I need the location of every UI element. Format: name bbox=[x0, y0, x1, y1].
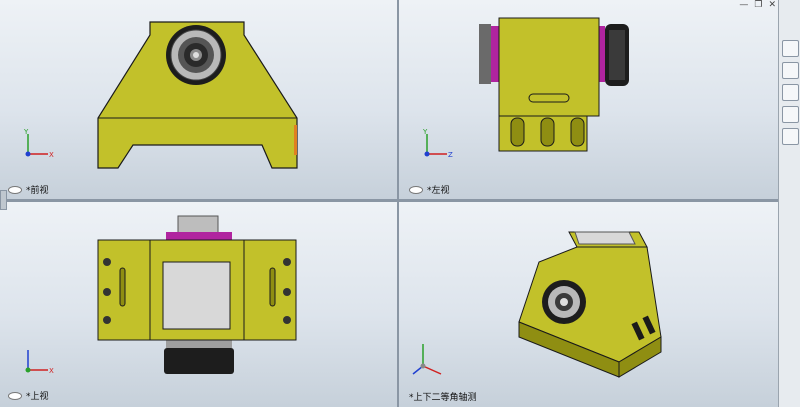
coordinate-triad-icon: X bbox=[25, 350, 54, 375]
viewport-left[interactable]: Y Z *左视 bbox=[399, 0, 778, 200]
feature-tree-collapse-handle[interactable] bbox=[0, 190, 7, 210]
viewport-top[interactable]: X *上视 bbox=[0, 202, 397, 407]
resources-icon[interactable] bbox=[782, 40, 799, 57]
home-icon[interactable] bbox=[782, 62, 799, 79]
viewport-vertical-splitter[interactable] bbox=[397, 0, 399, 407]
coordinate-triad-icon: Y X bbox=[23, 128, 54, 159]
close-icon[interactable]: ✕ bbox=[768, 0, 776, 10]
appearance-icon[interactable] bbox=[782, 106, 799, 123]
notes-icon[interactable] bbox=[782, 128, 799, 145]
view-eye-icon bbox=[8, 391, 22, 400]
front-view-model bbox=[97, 21, 298, 169]
isometric-view-model bbox=[518, 231, 662, 378]
viewport-horizontal-splitter[interactable] bbox=[0, 199, 778, 202]
viewport-label-top: *上视 bbox=[8, 389, 49, 402]
coordinate-triad-icon: Y Z bbox=[422, 128, 453, 159]
window-controls: — ❐ ✕ bbox=[739, 0, 776, 10]
restore-icon[interactable]: ❐ bbox=[754, 0, 762, 10]
folder-icon[interactable] bbox=[782, 84, 799, 101]
viewport-label-isometric: *上下二等角轴测 bbox=[409, 393, 477, 403]
coordinate-triad-icon bbox=[412, 344, 442, 375]
view-eye-icon bbox=[8, 185, 22, 194]
triad-x-label: X bbox=[49, 151, 54, 159]
view-eye-icon bbox=[409, 185, 423, 194]
triad-z-label: Z bbox=[448, 151, 453, 159]
minimize-icon[interactable]: — bbox=[739, 0, 748, 10]
triad-x-label: X bbox=[49, 367, 54, 375]
viewport-front[interactable]: Y X *前视 bbox=[0, 0, 397, 200]
top-view-model bbox=[97, 215, 297, 374]
task-pane bbox=[778, 0, 800, 407]
viewport-label-left: *左视 bbox=[409, 183, 450, 196]
viewport-label-front: *前视 bbox=[8, 183, 49, 196]
viewport-isometric[interactable]: *上下二等角轴测 bbox=[399, 202, 778, 407]
left-view-model bbox=[479, 17, 629, 152]
triad-y-label: Y bbox=[422, 128, 428, 136]
triad-y-label: Y bbox=[23, 128, 29, 136]
